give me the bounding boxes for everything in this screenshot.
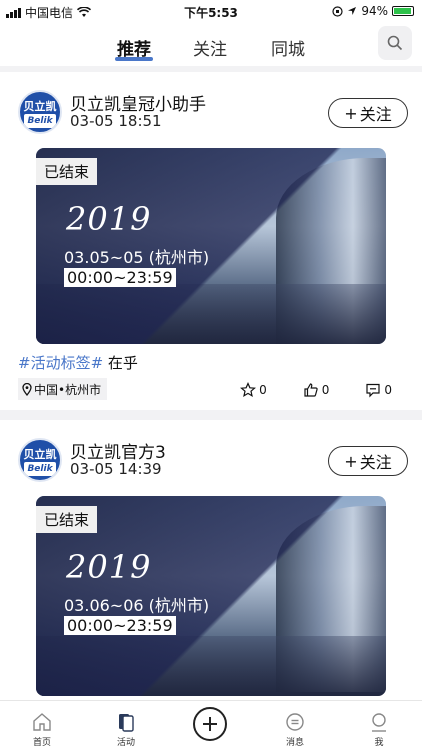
post-card[interactable]: 贝立凯 Belik 贝立凯官方3 03-05 14:39 + 关注 已结束 201… (0, 420, 422, 710)
avatar-brand-bottom: Belik (24, 114, 56, 128)
nav-profile-label: 我 (374, 738, 384, 748)
active-tab-indicator (115, 57, 153, 61)
banner-hours: 00:00~23:59 (64, 616, 176, 635)
tab-following[interactable]: 关注 (193, 35, 227, 60)
comment-button[interactable]: 0 (365, 382, 392, 398)
follow-button[interactable]: + 关注 (328, 446, 408, 476)
tab-nearby[interactable]: 同城 (271, 35, 305, 60)
search-icon (387, 35, 403, 51)
nav-activity-label: 活动 (116, 738, 135, 748)
event-banner[interactable]: 已结束 2019 03.05~05 (杭州市) 00:00~23:59 (36, 148, 386, 344)
orientation-lock-icon (332, 5, 343, 17)
banner-year: 2019 (66, 200, 152, 238)
banner-year: 2019 (66, 548, 152, 586)
nav-home-label: 首页 (32, 738, 51, 748)
thumbs-up-icon (304, 383, 318, 397)
post-time: 03-05 18:51 (70, 112, 162, 130)
battery-percent: 94% (361, 4, 388, 18)
like-button[interactable]: 0 (303, 382, 330, 398)
plus-icon: + (344, 451, 358, 471)
battery-icon (392, 6, 414, 16)
nav-messages-label: 消息 (285, 738, 304, 748)
location-arrow-icon (348, 7, 357, 15)
nav-profile[interactable]: 我 (354, 711, 404, 748)
post-body: 在乎 (107, 354, 138, 372)
activity-tag[interactable]: #活动标签# (18, 354, 103, 372)
comment-count: 0 (384, 383, 392, 397)
search-button[interactable] (378, 26, 412, 60)
plus-icon: + (344, 103, 358, 123)
post-time: 03-05 14:39 (70, 460, 162, 478)
follow-label: 关注 (359, 453, 392, 472)
status-bar: 中国电信 下午5:53 94% (0, 0, 422, 24)
home-icon (33, 713, 51, 731)
banner-dates: 03.05~05 (杭州市) (64, 248, 210, 267)
star-icon (240, 382, 257, 398)
banner-dates: 03.06~06 (杭州市) (64, 596, 210, 615)
favorite-button[interactable]: 0 (240, 382, 267, 398)
status-right: 94% (332, 4, 414, 18)
avatar-brand-top: 贝立凯 (23, 448, 57, 461)
post-card[interactable]: 贝立凯 Belik 贝立凯皇冠小助手 03-05 18:51 + 关注 已结束 2… (0, 72, 422, 410)
location-tag[interactable]: 中国•杭州市 (18, 378, 108, 400)
activity-icon (119, 714, 134, 732)
location-label: 中国•杭州市 (34, 382, 102, 397)
create-post-button[interactable] (193, 707, 227, 741)
follow-label: 关注 (359, 105, 392, 124)
banner-hours: 00:00~23:59 (64, 268, 176, 287)
location-pin-icon (22, 382, 32, 396)
avatar-brand-top: 贝立凯 (23, 100, 57, 113)
nav-home[interactable]: 首页 (17, 711, 67, 748)
status-badge: 已结束 (36, 158, 98, 185)
avatar[interactable]: 贝立凯 Belik (18, 438, 62, 482)
status-badge: 已结束 (36, 506, 98, 533)
like-count: 0 (321, 383, 330, 397)
plus-icon (203, 717, 217, 731)
message-icon (286, 713, 304, 731)
event-banner[interactable]: 已结束 2019 03.06~06 (杭州市) 00:00~23:59 (36, 496, 386, 696)
favorite-count: 0 (259, 383, 267, 397)
avatar-brand-bottom: Belik (24, 462, 56, 476)
bottom-nav: 首页 活动 消息 我 (0, 700, 422, 750)
post-text: #活动标签# 在乎 (18, 352, 138, 373)
avatar[interactable]: 贝立凯 Belik (18, 90, 62, 134)
follow-button[interactable]: + 关注 (328, 98, 408, 128)
profile-icon (372, 713, 386, 732)
post-actions: 0 0 0 (240, 382, 392, 398)
comment-icon (366, 383, 380, 398)
nav-activity[interactable]: 活动 (101, 711, 151, 748)
top-nav: 推荐 关注 同城 (0, 24, 422, 66)
nav-messages[interactable]: 消息 (270, 711, 320, 748)
